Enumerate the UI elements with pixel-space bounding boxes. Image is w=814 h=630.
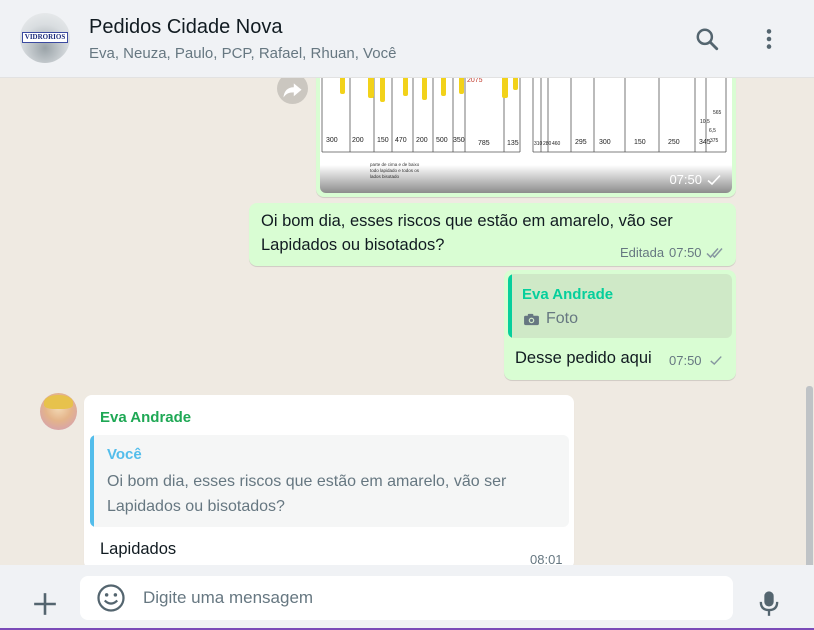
plus-icon[interactable] xyxy=(32,591,58,617)
drawing-label: 310 xyxy=(534,141,543,147)
camera-icon xyxy=(524,313,539,326)
drawing-label: 375 xyxy=(710,138,719,144)
drawing-label: 150 xyxy=(634,139,646,146)
menu-icon[interactable] xyxy=(756,26,782,52)
drawing-label: 565 xyxy=(713,110,722,116)
message-text: Desse pedido aqui xyxy=(515,349,652,367)
outgoing-reply-message[interactable]: Eva Andrade Foto Desse pedido aqui 07:50 xyxy=(504,270,736,380)
quote-media-label: Foto xyxy=(546,310,579,327)
drawing-label: 470 xyxy=(395,137,407,144)
sender-avatar[interactable] xyxy=(40,393,77,430)
drawing-label: 300 xyxy=(599,139,611,146)
drawing-label: 2075 xyxy=(467,78,483,84)
chat-participants[interactable]: Eva, Neuza, Paulo, PCP, Rafael, Rhuan, V… xyxy=(89,45,396,62)
group-avatar[interactable]: VIDRORIOS xyxy=(20,13,70,63)
drawing-label: 135 xyxy=(507,140,519,147)
avatar-hair xyxy=(44,395,73,409)
drawing-label: 200 xyxy=(352,137,364,144)
chat-scrollbar[interactable] xyxy=(806,386,813,565)
edited-label: Editada xyxy=(620,245,665,260)
chat-title[interactable]: Pedidos Cidade Nova xyxy=(89,16,282,39)
message-time: 08:01 xyxy=(530,552,563,565)
message-time: 07:50 xyxy=(669,245,702,260)
drawing-label: 150 xyxy=(377,137,389,144)
drawing-label: 500 xyxy=(436,137,448,144)
drawing-label: 6,5 xyxy=(709,128,716,134)
forward-button[interactable] xyxy=(277,78,308,104)
drawing-label: 785 xyxy=(478,140,490,147)
drawing-label: 295 xyxy=(575,139,587,146)
quoted-message[interactable]: Eva Andrade Foto xyxy=(508,274,732,338)
outgoing-message[interactable]: Oi bom dia, esses riscos que estão em am… xyxy=(249,203,736,266)
message-time: 07:50 xyxy=(669,353,702,368)
drawing-label: 460 xyxy=(552,141,561,147)
drawing-label: 280 xyxy=(543,141,552,147)
drawing-label: 10,5 xyxy=(700,119,710,125)
message-time: 07:50 xyxy=(669,172,702,187)
emoji-icon[interactable] xyxy=(96,583,126,613)
incoming-message[interactable]: Eva Andrade Você Oi bom dia, esses risco… xyxy=(84,395,574,565)
drawing-label: 250 xyxy=(668,139,680,146)
drawing-label: 200 xyxy=(416,137,428,144)
microphone-icon[interactable] xyxy=(755,588,783,618)
message-list[interactable]: 300 200 150 470 200 500 350 785 135 310 280 460 295 3… xyxy=(0,78,814,565)
single-check-icon xyxy=(710,356,722,365)
message-input[interactable] xyxy=(143,576,713,620)
group-avatar-logo: VIDRORIOS xyxy=(22,32,68,43)
image-message[interactable]: 300 200 150 470 200 500 350 785 135 310 280 460 295 3… xyxy=(316,78,736,197)
sender-name[interactable]: Eva Andrade xyxy=(100,409,191,426)
quote-author: Você xyxy=(107,446,142,463)
single-check-icon xyxy=(707,174,721,186)
double-check-icon xyxy=(706,248,723,259)
quote-author: Eva Andrade xyxy=(522,286,614,303)
message-text: Lapidados xyxy=(100,540,177,558)
drawing-label: 300 xyxy=(326,137,338,144)
message-input-box[interactable] xyxy=(80,576,733,620)
quoted-message[interactable]: Você Oi bom dia, esses riscos que estão … xyxy=(90,435,569,527)
search-icon[interactable] xyxy=(694,26,720,52)
drawing-label: 350 xyxy=(453,137,465,144)
technical-drawing-image[interactable]: 300 200 150 470 200 500 350 785 135 310 280 460 295 3… xyxy=(320,78,732,193)
chat-header[interactable]: VIDRORIOS Pedidos Cidade Nova Eva, Neuza… xyxy=(0,0,814,78)
quote-bar xyxy=(508,274,512,338)
quote-text: Oi bom dia, esses riscos que estão em am… xyxy=(107,473,507,515)
quote-bar xyxy=(90,435,94,527)
composer-bar xyxy=(0,565,814,630)
forward-icon xyxy=(283,83,302,98)
